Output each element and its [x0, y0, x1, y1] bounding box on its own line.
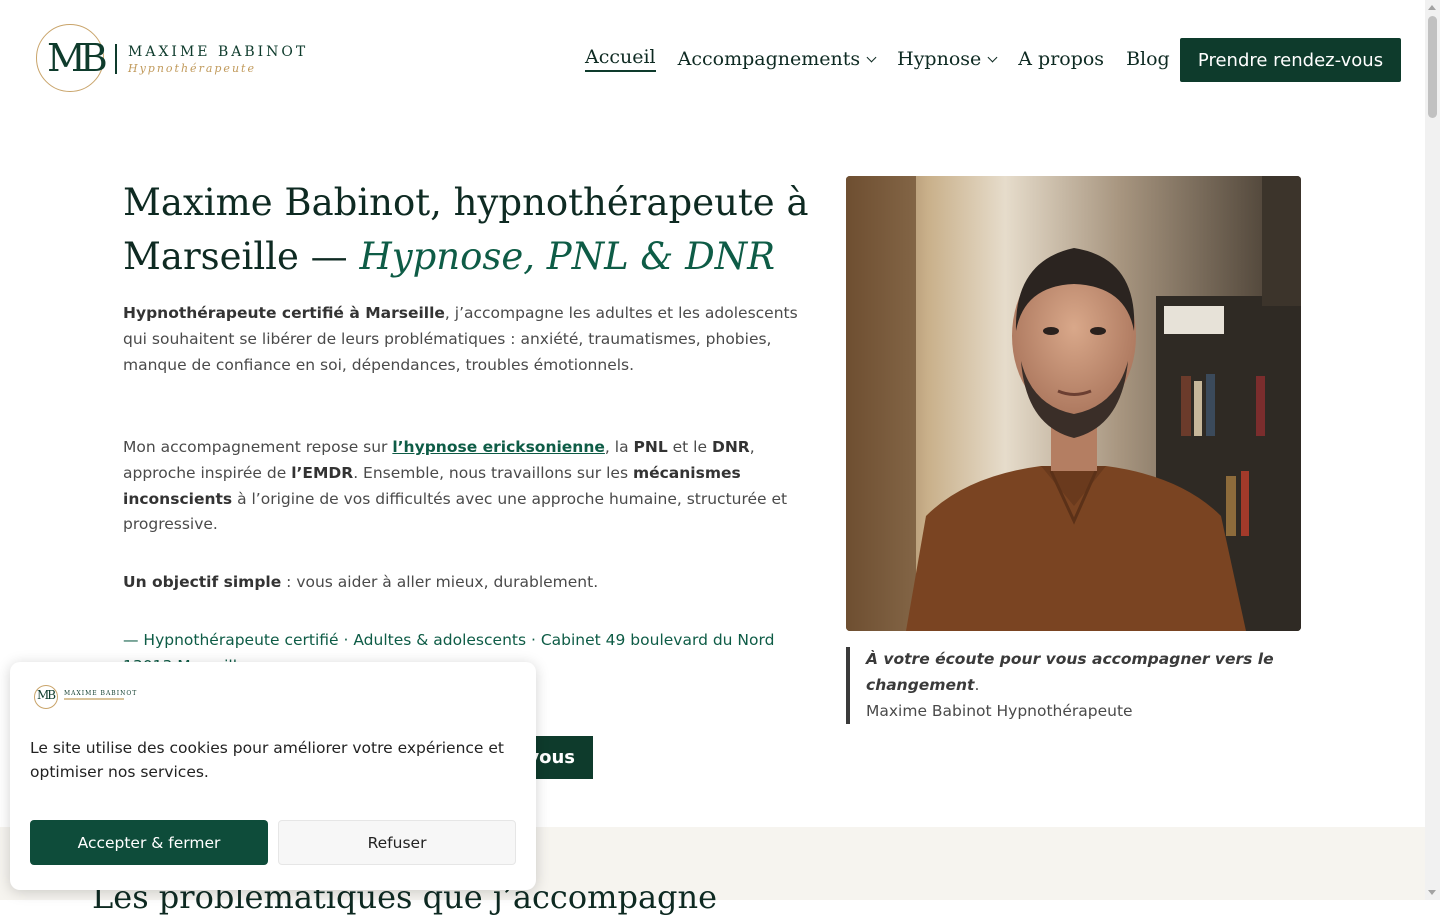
- strong: l’EMDR: [291, 463, 354, 482]
- nav-label: Accueil: [585, 46, 656, 72]
- accept-cookies-button[interactable]: Accepter & fermer: [30, 820, 268, 865]
- nav-item-a-propos[interactable]: A propos: [1018, 48, 1104, 70]
- text: , la: [604, 438, 634, 456]
- text: Mon accompagnement repose sur: [123, 438, 393, 456]
- logo-initials: MB: [47, 36, 108, 80]
- strong: DNR: [711, 438, 750, 456]
- portrait-illustration: [846, 176, 1301, 631]
- logo-subtitle: Hypnothérapeute: [128, 62, 256, 75]
- nav-item-accompagnements[interactable]: Accompagnements: [677, 48, 877, 70]
- text: . Ensemble, nous travaillons sur les: [353, 463, 633, 482]
- scrollbar-thumb[interactable]: [1428, 16, 1437, 118]
- objective-text: : vous aider à aller mieux, durablement.: [281, 573, 599, 591]
- nav-item-hypnose[interactable]: Hypnose: [897, 48, 998, 70]
- text: et le: [667, 438, 712, 456]
- logo-name: MAXIME BABINOT: [128, 44, 309, 60]
- intro-strong: Hypnothérapeute certifié à Marseille: [123, 304, 445, 322]
- nav-label: Accompagnements: [677, 48, 861, 70]
- approach-paragraph: Mon accompagnement repose sur l’hypnose …: [123, 435, 813, 538]
- chevron-down-icon: [987, 52, 998, 62]
- main-nav: Accueil Accompagnements Hypnose A propos…: [585, 46, 1192, 72]
- cookie-logo-subtitle-mark: [64, 698, 124, 700]
- logo-divider: [115, 44, 117, 74]
- nav-label: Hypnose: [897, 48, 982, 70]
- objective-strong: Un objectif simple: [123, 573, 282, 591]
- scroll-up-icon[interactable]: [1428, 5, 1436, 10]
- portrait-photo: [846, 176, 1301, 631]
- site-logo[interactable]: MB MAXIME BABINOT Hypnothérapeute: [36, 24, 316, 94]
- refuse-cookies-button[interactable]: Refuser: [278, 820, 516, 865]
- ericksonian-hypnosis-link[interactable]: l’hypnose ericksonienne: [392, 438, 605, 456]
- quote-emphasis: À votre écoute pour vous accompagner ver…: [866, 650, 1274, 694]
- page-title: Maxime Babinot, hypnothérapeute à Marsei…: [123, 176, 823, 284]
- quote-period: .: [974, 675, 980, 694]
- book-appointment-button[interactable]: Prendre rendez-vous: [1180, 38, 1401, 82]
- cookie-logo-name: MAXIME BABINOT: [64, 690, 138, 697]
- cookie-logo: MB MAXIME BABINOT: [34, 684, 138, 710]
- nav-label: Blog: [1126, 48, 1170, 70]
- scroll-down-icon[interactable]: [1428, 890, 1436, 895]
- quote-line: À votre écoute pour vous accompagner ver…: [866, 647, 1301, 699]
- page-scrollbar[interactable]: [1425, 0, 1440, 900]
- intro-paragraph: Hypnothérapeute certifié à Marseille, j’…: [123, 301, 813, 378]
- testimonial-quote: À votre écoute pour vous accompagner ver…: [846, 647, 1301, 725]
- chevron-down-icon: [866, 52, 877, 62]
- nav-item-blog[interactable]: Blog: [1126, 48, 1170, 70]
- objective-paragraph: Un objectif simple : vous aider à aller …: [123, 570, 813, 596]
- strong: PNL: [633, 438, 668, 456]
- quote-author: Maxime Babinot Hypnothérapeute: [866, 701, 1133, 720]
- cookie-banner: MB MAXIME BABINOT Le site utilise des co…: [10, 662, 536, 890]
- cookie-logo-initials: MB: [37, 688, 56, 702]
- cookie-message: Le site utilise des cookies pour amélior…: [30, 739, 505, 781]
- nav-item-accueil[interactable]: Accueil: [585, 46, 656, 72]
- title-emphasis: Hypnose, PNL & DNR: [359, 235, 776, 278]
- nav-label: A propos: [1018, 48, 1105, 70]
